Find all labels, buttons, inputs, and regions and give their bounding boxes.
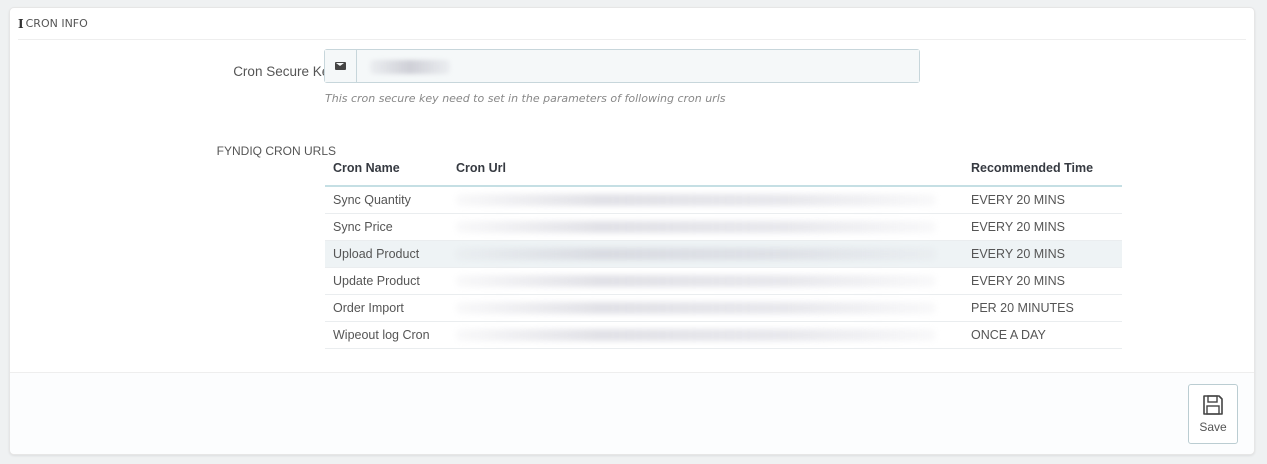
- redacted-url: [456, 301, 936, 314]
- floppy-disk-icon: [1203, 395, 1223, 415]
- cron-time: EVERY 20 MINS: [963, 267, 1122, 295]
- cron-url[interactable]: [448, 294, 963, 322]
- panel-heading: i CRON INFO: [18, 8, 1246, 40]
- cron-time: EVERY 20 MINS: [963, 213, 1122, 241]
- cron-time: PER 20 MINUTES: [963, 294, 1122, 322]
- cron-url[interactable]: [448, 213, 963, 241]
- cron-name: Upload Product: [325, 240, 448, 268]
- cron-name: Sync Price: [325, 213, 448, 241]
- info-icon: i: [18, 16, 24, 31]
- secure-key-label: Cron Secure Key: [233, 64, 336, 79]
- table-row: Wipeout log Cron ONCE A DAY: [325, 321, 1122, 349]
- secure-key-help-text: This cron secure key need to set in the …: [325, 92, 726, 105]
- panel-footer: Save: [10, 372, 1254, 454]
- table-header-row: Cron Name Cron Url Recommended Time: [325, 150, 1122, 187]
- table-row: Order Import PER 20 MINUTES: [325, 294, 1122, 322]
- save-button[interactable]: Save: [1188, 384, 1238, 444]
- cron-url[interactable]: [448, 267, 963, 295]
- cron-time: EVERY 20 MINS: [963, 186, 1122, 214]
- redacted-url: [456, 220, 936, 233]
- redacted-url: [456, 193, 936, 206]
- redacted-url: [456, 328, 936, 341]
- input-addon: [325, 50, 357, 82]
- table-row: Sync Price EVERY 20 MINS: [325, 213, 1122, 241]
- cron-name: Order Import: [325, 294, 448, 322]
- cron-name: Sync Quantity: [325, 186, 448, 214]
- cron-name: Wipeout log Cron: [325, 321, 448, 349]
- cron-urls-table: Cron Name Cron Url Recommended Time Sync…: [325, 150, 1122, 349]
- redacted-key-value: [370, 60, 450, 74]
- redacted-url: [456, 274, 936, 287]
- cron-time: EVERY 20 MINS: [963, 240, 1122, 268]
- envelope-icon: [335, 62, 346, 70]
- cron-url[interactable]: [448, 186, 963, 214]
- cron-urls-label: FYNDIQ CRON URLS: [216, 144, 336, 158]
- redacted-url: [456, 247, 936, 260]
- col-cron-url: Cron Url: [448, 150, 963, 187]
- cron-url[interactable]: [448, 321, 963, 349]
- table-row: Update Product EVERY 20 MINS: [325, 267, 1122, 295]
- table-row: Sync Quantity EVERY 20 MINS: [325, 186, 1122, 214]
- save-label: Save: [1199, 420, 1227, 434]
- col-recommended-time: Recommended Time: [963, 150, 1122, 187]
- panel-title: CRON INFO: [25, 17, 88, 30]
- cron-time: ONCE A DAY: [963, 321, 1122, 349]
- col-cron-name: Cron Name: [325, 150, 448, 187]
- table-row: Upload Product EVERY 20 MINS: [325, 240, 1122, 268]
- cron-name: Update Product: [325, 267, 448, 295]
- cron-url[interactable]: [448, 240, 963, 268]
